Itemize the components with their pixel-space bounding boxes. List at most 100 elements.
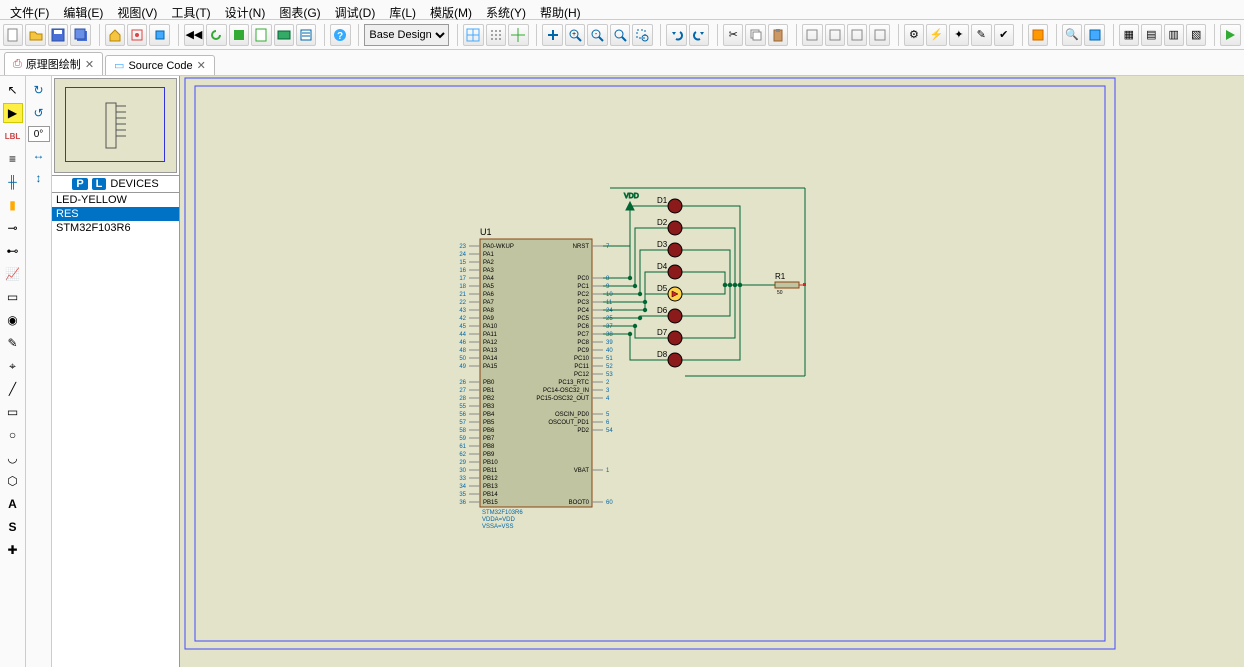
open-file-icon[interactable] xyxy=(25,24,45,46)
sheet-icon[interactable] xyxy=(251,24,271,46)
redo-icon[interactable] xyxy=(689,24,709,46)
tool2-icon[interactable]: ⚡ xyxy=(926,24,946,46)
copy-icon[interactable] xyxy=(745,24,765,46)
svg-text:36: 36 xyxy=(459,500,466,506)
filter-icon[interactable] xyxy=(1084,24,1104,46)
align3-icon[interactable]: ▥ xyxy=(1164,24,1184,46)
menu-tool[interactable]: 工具(T) xyxy=(165,2,216,17)
graph-icon[interactable]: 📈 xyxy=(3,264,23,284)
tool1-icon[interactable]: ⚙ xyxy=(904,24,924,46)
component-preview xyxy=(54,78,177,173)
zoom-area-icon[interactable] xyxy=(632,24,652,46)
zoom-fit-icon[interactable] xyxy=(610,24,630,46)
menu-design[interactable]: 设计(N) xyxy=(219,2,272,17)
save-all-icon[interactable] xyxy=(70,24,90,46)
cut-icon[interactable]: ✂ xyxy=(723,24,743,46)
grid-snap-icon[interactable] xyxy=(463,24,483,46)
flip-v-icon[interactable]: ↕ xyxy=(29,168,49,188)
device-item[interactable]: LED-YELLOW xyxy=(52,193,179,207)
line-icon[interactable]: ╱ xyxy=(3,379,23,399)
tab-schematic[interactable]: ⎙ 原理图绘制 ✕ xyxy=(4,52,103,75)
menu-template[interactable]: 模版(M) xyxy=(424,2,478,17)
svg-text:24: 24 xyxy=(606,308,613,314)
probe-icon[interactable]: ✎ xyxy=(3,333,23,353)
rotate-cw-icon[interactable]: ↻ xyxy=(29,80,49,100)
svg-text:PB3: PB3 xyxy=(483,404,495,410)
select-mode-icon[interactable]: ↖ xyxy=(3,80,23,100)
loader-icon[interactable] xyxy=(127,24,147,46)
svg-text:PB4: PB4 xyxy=(483,412,495,418)
zoom-out-icon[interactable]: - xyxy=(587,24,607,46)
pin-icon[interactable]: ⊷ xyxy=(3,241,23,261)
close-tab-icon[interactable]: ✕ xyxy=(85,58,94,71)
menu-help[interactable]: 帮助(H) xyxy=(534,2,587,17)
mcu-component[interactable]: U1 23PA0-WKUP24PA115PA216PA317PA418PA521… xyxy=(459,227,613,530)
terminal-icon[interactable]: ⊸ xyxy=(3,218,23,238)
schematic-canvas[interactable]: U1 23PA0-WKUP24PA115PA216PA317PA418PA521… xyxy=(180,76,1244,667)
library-button[interactable]: L xyxy=(92,178,107,190)
symbol-icon[interactable]: S xyxy=(3,517,23,537)
new-file-icon[interactable] xyxy=(3,24,23,46)
block-move-icon[interactable] xyxy=(825,24,845,46)
board-icon[interactable] xyxy=(274,24,294,46)
help-icon[interactable]: ? xyxy=(330,24,350,46)
generator-icon[interactable]: ◉ xyxy=(3,310,23,330)
tool4-icon[interactable]: ✎ xyxy=(971,24,991,46)
zoom-in-icon[interactable]: + xyxy=(565,24,585,46)
save-icon[interactable] xyxy=(48,24,68,46)
run-icon[interactable] xyxy=(1220,24,1240,46)
tab-source[interactable]: ▭ Source Code ✕ xyxy=(105,55,215,75)
rotate-ccw-icon[interactable]: ↺ xyxy=(29,103,49,123)
plus-icon[interactable]: ✚ xyxy=(3,540,23,560)
component-mode-icon[interactable]: ▶ xyxy=(3,103,23,123)
package-icon[interactable] xyxy=(149,24,169,46)
arc-icon[interactable]: ◡ xyxy=(3,448,23,468)
prev-icon[interactable]: ◀◀ xyxy=(184,24,204,46)
menu-edit[interactable]: 编辑(E) xyxy=(57,2,109,17)
home-icon[interactable] xyxy=(105,24,125,46)
device-item[interactable]: STM32F103R6 xyxy=(52,221,179,235)
origin-icon[interactable] xyxy=(508,24,528,46)
find-icon[interactable]: 🔍 xyxy=(1062,24,1082,46)
instrument-icon[interactable]: ⌖ xyxy=(3,356,23,376)
paste-icon[interactable] xyxy=(768,24,788,46)
undo-icon[interactable] xyxy=(666,24,686,46)
list-icon[interactable] xyxy=(296,24,316,46)
bus-mode-icon[interactable]: ╫ xyxy=(3,172,23,192)
menu-debug[interactable]: 调试(D) xyxy=(329,2,382,17)
menu-system[interactable]: 系统(Y) xyxy=(480,2,532,17)
menu-chart[interactable]: 图表(G) xyxy=(273,2,326,17)
svg-text:PA15: PA15 xyxy=(483,364,498,370)
devices-list[interactable]: LED-YELLOW RES STM32F103R6 xyxy=(52,193,179,667)
menu-view[interactable]: 视图(V) xyxy=(111,2,163,17)
flip-h-icon[interactable]: ↔ xyxy=(29,145,49,165)
schematic-tab-icon: ⎙ xyxy=(13,58,22,71)
block-rotate-icon[interactable] xyxy=(847,24,867,46)
tool5-icon[interactable]: ✔ xyxy=(994,24,1014,46)
circle-icon[interactable]: ○ xyxy=(3,425,23,445)
text2-icon[interactable]: A xyxy=(3,494,23,514)
layers-icon[interactable] xyxy=(1028,24,1048,46)
menu-library[interactable]: 库(L) xyxy=(383,2,422,17)
tool3-icon[interactable]: ✦ xyxy=(949,24,969,46)
align2-icon[interactable]: ▤ xyxy=(1141,24,1161,46)
pan-icon[interactable] xyxy=(542,24,562,46)
rect-icon[interactable]: ▭ xyxy=(3,402,23,422)
grid-dots-icon[interactable] xyxy=(486,24,506,46)
label-mode-icon[interactable]: LBL xyxy=(3,126,23,146)
path-icon[interactable]: ⬡ xyxy=(3,471,23,491)
block-copy-icon[interactable] xyxy=(802,24,822,46)
refresh-icon[interactable] xyxy=(206,24,226,46)
apply-icon[interactable] xyxy=(229,24,249,46)
align1-icon[interactable]: ▦ xyxy=(1119,24,1139,46)
subcircuit-icon[interactable]: ▮ xyxy=(3,195,23,215)
close-tab-icon[interactable]: ✕ xyxy=(197,59,206,72)
text-script-icon[interactable]: ≡ xyxy=(3,149,23,169)
design-mode-select[interactable]: Base Design xyxy=(364,24,449,46)
device-item-selected[interactable]: RES xyxy=(52,207,179,221)
pick-device-button[interactable]: P xyxy=(72,178,87,190)
menu-file[interactable]: 文件(F) xyxy=(4,2,55,17)
block-delete-icon[interactable] xyxy=(869,24,889,46)
align4-icon[interactable]: ▧ xyxy=(1186,24,1206,46)
tape-icon[interactable]: ▭ xyxy=(3,287,23,307)
